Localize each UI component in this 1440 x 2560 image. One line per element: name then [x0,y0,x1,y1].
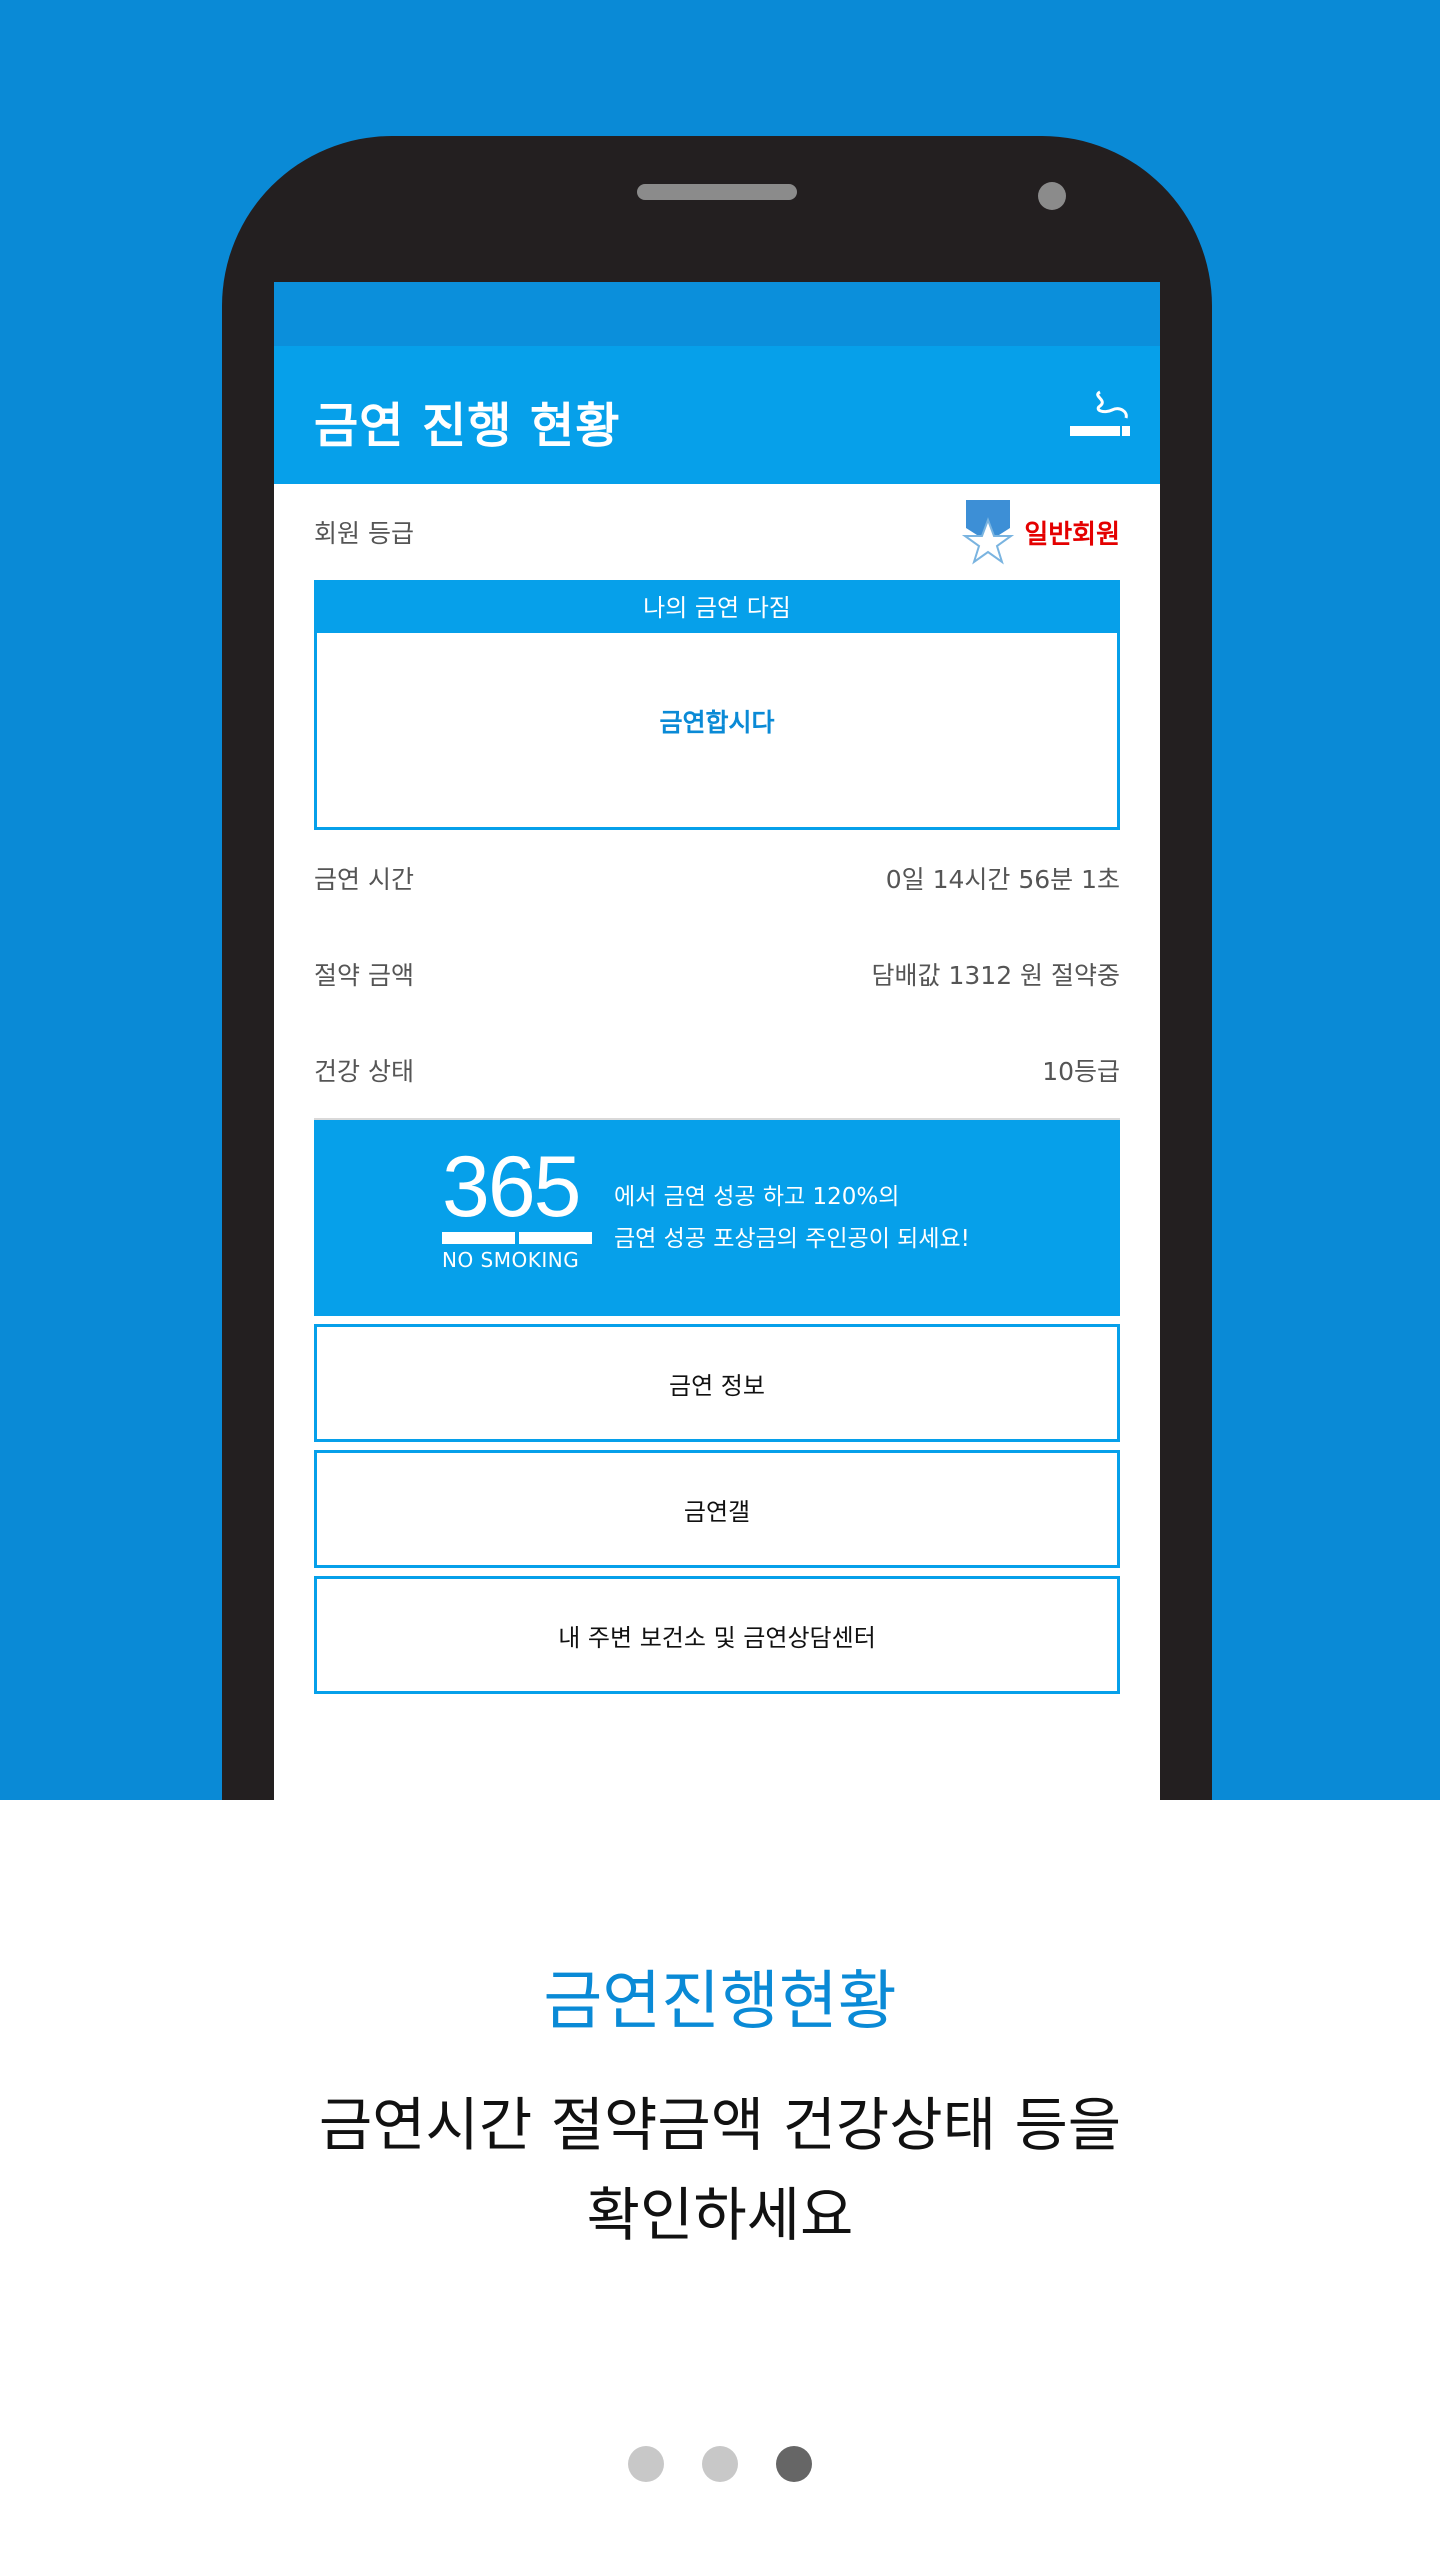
hero-background: 금연 진행 현황 회원 등급 일반회원 나의 금연 다짐 금연합시다 금연 시간… [0,0,1440,1800]
page-title: 금연 진행 현황 [314,398,621,454]
caption-line-2: 확인하세요 [586,2181,854,2249]
stat-row-quit-time: 금연 시간 0일 14시간 56분 1초 [314,830,1120,926]
pledge-header: 나의 금연 다짐 [317,583,1117,633]
cigarette-icon[interactable] [1068,388,1132,444]
star-badge-icon [962,500,1015,565]
stat-row-savings: 절약 금액 담배값 1312 원 절약중 [314,926,1120,1022]
banner-text: 에서 금연 성공 하고 120%의 금연 성공 포상금의 주인공이 되세요! [614,1176,970,1260]
pager-dots [0,2446,1440,2482]
phone-camera [1038,182,1066,210]
caption-body: 금연시간 절약금액 건강상태 등을 확인하세요 [0,2080,1440,2260]
app-bar: 금연 진행 현황 [274,346,1160,484]
phone-screen: 금연 진행 현황 회원 등급 일반회원 나의 금연 다짐 금연합시다 금연 시간… [274,282,1160,1800]
stat-value: 0일 14시간 56분 1초 [885,865,1120,894]
caption-title: 금연진행현황 [543,1965,897,2039]
logo-subtitle: NO SMOKING [442,1248,580,1272]
health-center-button[interactable]: 내 주변 보건소 및 금연상담센터 [314,1576,1120,1694]
pager-dot-active[interactable] [776,2446,812,2482]
caption-line-1: 금연시간 절약금액 건강상태 등을 [318,2091,1122,2159]
promo-banner[interactable]: 365 NO SMOKING 에서 금연 성공 하고 120%의 금연 성공 포… [314,1118,1120,1316]
stat-label: 절약 금액 [314,961,414,990]
stat-label: 건강 상태 [314,1057,414,1086]
pledge-text: 금연합시다 [659,708,775,737]
banner-line-2: 금연 성공 포상금의 주인공이 되세요! [614,1226,970,1252]
quit-info-button[interactable]: 금연 정보 [314,1324,1120,1442]
member-grade-value: 일반회원 [1024,519,1120,550]
main-content: 회원 등급 일반회원 나의 금연 다짐 금연합시다 금연 시간 0일 14시간 … [274,484,1160,1694]
phone-speaker [637,184,797,200]
stat-value: 담배값 1312 원 절약중 [871,961,1120,990]
pager-dot[interactable] [702,2446,738,2482]
no-smoking-365-logo: 365 NO SMOKING [442,1144,592,1272]
stat-row-health: 건강 상태 10등급 [314,1022,1120,1118]
phone-frame: 금연 진행 현황 회원 등급 일반회원 나의 금연 다짐 금연합시다 금연 시간… [222,136,1212,1800]
member-grade-row: 회원 등급 일반회원 [314,484,1120,580]
logo-number: 365 [442,1139,582,1235]
banner-line-1: 에서 금연 성공 하고 120%의 [614,1184,900,1210]
pledge-box[interactable]: 나의 금연 다짐 금연합시다 [314,580,1120,830]
pager-dot[interactable] [628,2446,664,2482]
member-grade: 일반회원 [960,498,1120,566]
stat-value: 10등급 [1042,1057,1120,1086]
member-grade-label: 회원 등급 [314,519,414,548]
stat-label: 금연 시간 [314,865,414,894]
quit-gallery-button[interactable]: 금연갤 [314,1450,1120,1568]
status-bar [274,282,1160,346]
